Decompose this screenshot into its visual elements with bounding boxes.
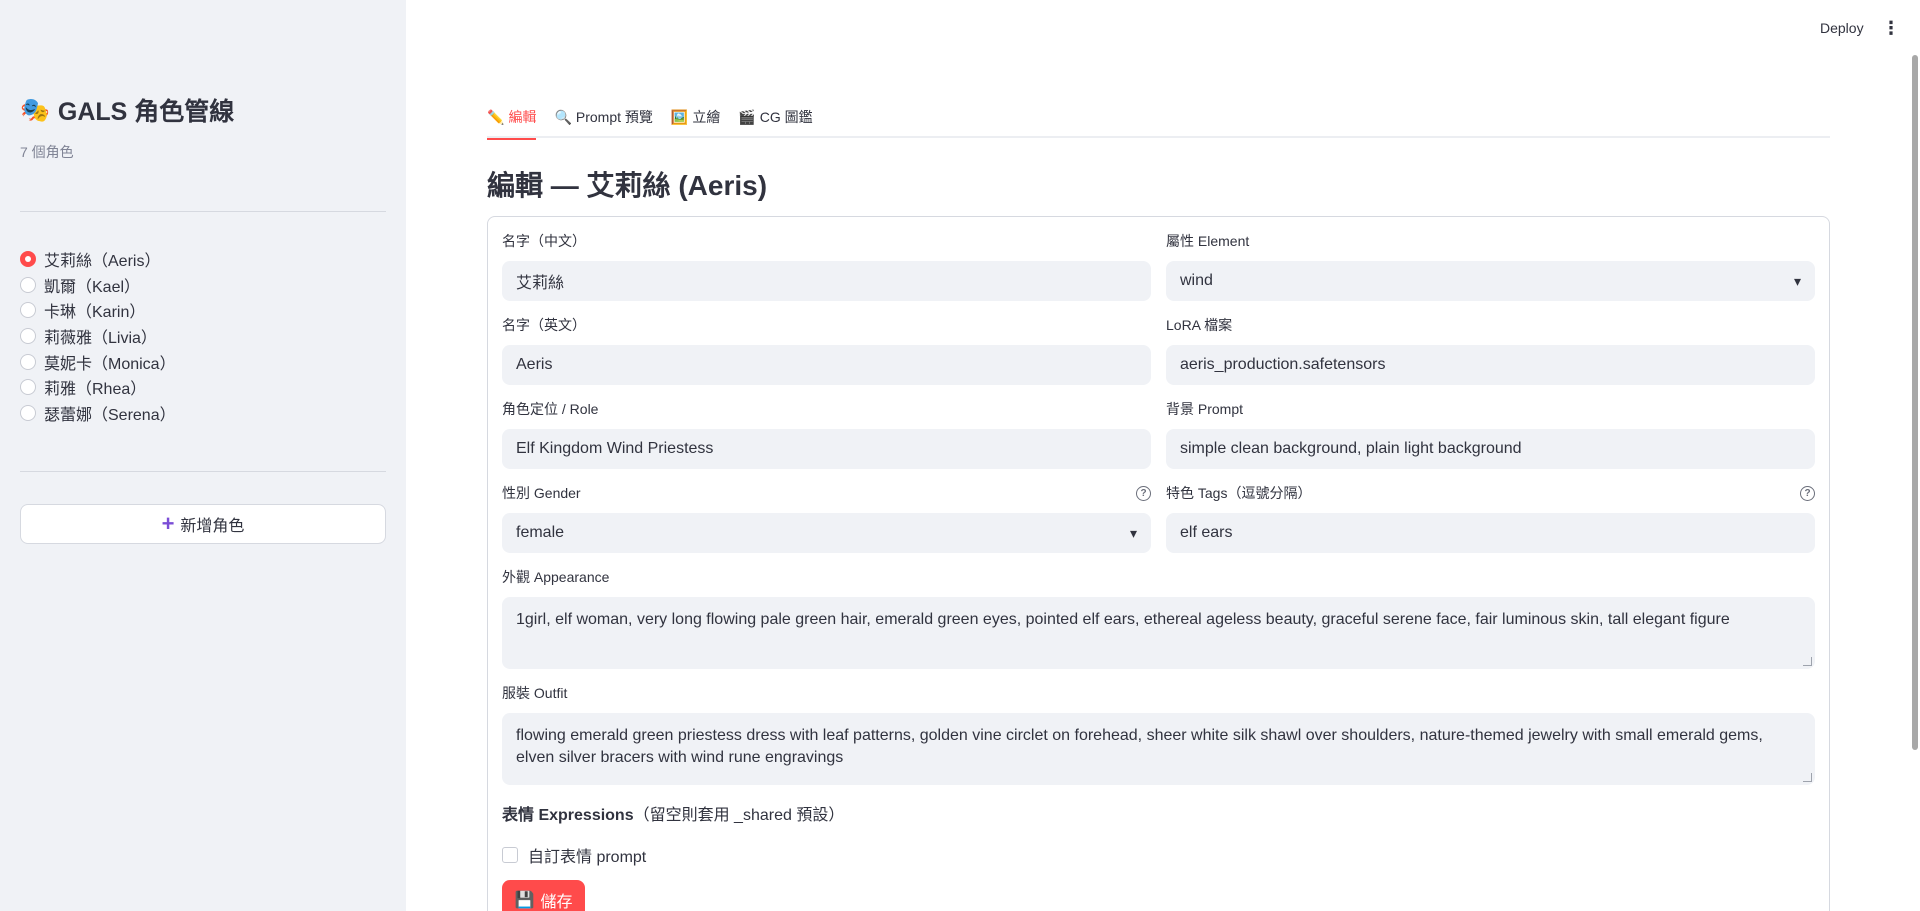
role-field: 角色定位 / Role Elf Kingdom Wind Priestess bbox=[502, 399, 1151, 469]
appearance-label: 外觀 Appearance bbox=[502, 569, 610, 585]
tags-label: 特色 Tags（逗號分隔） bbox=[1166, 485, 1312, 501]
gender-label: 性別 Gender bbox=[502, 485, 581, 501]
radio-icon[interactable] bbox=[20, 302, 36, 319]
sidebar-divider bbox=[20, 471, 386, 472]
character-label: 瑟蕾娜（Serena） bbox=[44, 406, 176, 424]
app-title: 🎭 GALS 角色管線 bbox=[20, 92, 234, 128]
radio-icon[interactable] bbox=[20, 327, 36, 344]
plus-icon: + bbox=[161, 511, 175, 536]
name-en-input[interactable]: Aeris bbox=[502, 345, 1151, 385]
name-zh-input[interactable]: 艾莉絲 bbox=[502, 261, 1151, 301]
character-label: 艾莉絲（Aeris） bbox=[44, 252, 161, 270]
tab-label: 編輯 bbox=[508, 109, 537, 125]
expressions-heading: 表情 Expressions（留空則套用 _shared 預設） bbox=[502, 801, 844, 825]
scrollbar[interactable] bbox=[1912, 55, 1918, 750]
gender-value: female bbox=[516, 524, 565, 541]
bg-prompt-input[interactable]: simple clean background, plain light bac… bbox=[1166, 429, 1815, 469]
element-field: 屬性 Element wind ▾ bbox=[1166, 231, 1815, 301]
tab-label: CG 圖鑑 bbox=[759, 109, 813, 125]
app-title-text: GALS 角色管線 bbox=[57, 98, 235, 126]
lora-field: LoRA 檔案 aeris_production.safetensors bbox=[1166, 315, 1815, 385]
tab-prompt-preview[interactable]: 🔍 Prompt 預覽 bbox=[554, 100, 652, 138]
character-label: 莉雅（Rhea） bbox=[44, 381, 147, 399]
save-button[interactable]: 💾 儲存 bbox=[502, 880, 585, 911]
radio-icon[interactable] bbox=[20, 353, 36, 370]
appearance-textarea[interactable]: 1girl, elf woman, very long flowing pale… bbox=[502, 597, 1815, 669]
lora-input[interactable]: aeris_production.safetensors bbox=[1166, 345, 1815, 385]
picture-icon: 🖼️ bbox=[670, 108, 689, 125]
floppy-disk-icon: 💾 bbox=[514, 892, 535, 909]
tab-cg-gallery[interactable]: 🎬 CG 圖鑑 bbox=[738, 100, 812, 138]
character-label: 卡琳（Karin） bbox=[44, 304, 146, 322]
tab-label: Prompt 預覽 bbox=[575, 109, 653, 125]
character-option-aeris[interactable]: 艾莉絲（Aeris） bbox=[20, 246, 176, 272]
edit-form: 名字（中文） 艾莉絲 屬性 Element wind ▾ 名字（英文） Aeri… bbox=[487, 216, 1830, 911]
gender-field: 性別 Gender ? female ▾ bbox=[502, 483, 1151, 553]
sidebar-divider bbox=[20, 211, 386, 212]
custom-expression-checkbox[interactable] bbox=[502, 847, 518, 863]
tab-bar: ✏️ 編輯 🔍 Prompt 預覽 🖼️ 立繪 🎬 CG 圖鑑 bbox=[487, 100, 1830, 140]
tab-edit[interactable]: ✏️ 編輯 bbox=[487, 100, 537, 140]
expressions-heading-bold: 表情 Expressions bbox=[502, 807, 634, 824]
tags-field: 特色 Tags（逗號分隔） ? elf ears bbox=[1166, 483, 1815, 553]
page-title: 編輯 — 艾莉絲 (Aeris) bbox=[487, 170, 768, 201]
custom-expression-row[interactable]: 自訂表情 prompt bbox=[502, 843, 646, 867]
name-zh-field: 名字（中文） 艾莉絲 bbox=[502, 231, 1151, 301]
expressions-heading-note: （留空則套用 _shared 預設） bbox=[633, 807, 845, 824]
radio-icon[interactable] bbox=[20, 404, 36, 421]
character-option-karin[interactable]: 卡琳（Karin） bbox=[20, 297, 176, 323]
character-radio-group: 艾莉絲（Aeris） 凱爾（Kael） 卡琳（Karin） 莉薇雅（Livia）… bbox=[20, 246, 176, 426]
save-label: 儲存 bbox=[540, 894, 573, 911]
kebab-menu-icon[interactable]: ⋮ bbox=[1882, 18, 1900, 39]
outfit-field: 服裝 Outfit flowing emerald green priestes… bbox=[502, 683, 1815, 785]
performing-arts-icon: 🎭 bbox=[20, 96, 50, 124]
sidebar: 🎭 GALS 角色管線 7 個角色 艾莉絲（Aeris） 凱爾（Kael） 卡琳… bbox=[0, 0, 406, 911]
clapper-icon: 🎬 bbox=[738, 108, 756, 125]
gender-label-row: 性別 Gender ? bbox=[502, 483, 1151, 503]
outfit-label: 服裝 Outfit bbox=[502, 685, 568, 701]
deploy-button[interactable]: Deploy bbox=[1820, 20, 1864, 36]
tags-input[interactable]: elf ears bbox=[1166, 513, 1815, 553]
tab-portrait[interactable]: 🖼️ 立繪 bbox=[671, 100, 720, 138]
character-label: 凱爾（Kael） bbox=[44, 278, 141, 296]
name-zh-label: 名字（中文） bbox=[502, 233, 586, 249]
bg-prompt-field: 背景 Prompt simple clean background, plain… bbox=[1166, 399, 1815, 469]
character-option-serena[interactable]: 瑟蕾娜（Serena） bbox=[20, 400, 176, 426]
character-label: 莫妮卡（Monica） bbox=[44, 355, 176, 373]
help-icon[interactable]: ? bbox=[1136, 485, 1151, 501]
tags-label-row: 特色 Tags（逗號分隔） ? bbox=[1166, 483, 1815, 503]
role-input[interactable]: Elf Kingdom Wind Priestess bbox=[502, 429, 1151, 469]
gender-select[interactable]: female ▾ bbox=[502, 513, 1151, 553]
magnifier-icon: 🔍 bbox=[554, 108, 572, 125]
character-option-monica[interactable]: 莫妮卡（Monica） bbox=[20, 349, 176, 375]
tab-label: 立繪 bbox=[692, 109, 721, 125]
character-label: 莉薇雅（Livia） bbox=[44, 329, 157, 347]
character-count: 7 個角色 bbox=[20, 144, 74, 160]
chevron-down-icon: ▾ bbox=[1129, 524, 1137, 541]
element-value: wind bbox=[1180, 272, 1213, 289]
element-select[interactable]: wind ▾ bbox=[1166, 261, 1815, 301]
pencil-icon: ✏️ bbox=[487, 108, 505, 125]
element-label: 屬性 Element bbox=[1166, 233, 1250, 249]
radio-icon[interactable] bbox=[20, 379, 36, 396]
custom-expression-label: 自訂表情 prompt bbox=[528, 849, 647, 866]
help-icon[interactable]: ? bbox=[1800, 485, 1815, 501]
character-option-kael[interactable]: 凱爾（Kael） bbox=[20, 272, 176, 298]
radio-selected-icon[interactable] bbox=[20, 250, 36, 267]
appearance-field: 外觀 Appearance 1girl, elf woman, very lon… bbox=[502, 567, 1815, 669]
character-option-rhea[interactable]: 莉雅（Rhea） bbox=[20, 374, 176, 400]
outfit-textarea[interactable]: flowing emerald green priestess dress wi… bbox=[502, 713, 1815, 785]
lora-label: LoRA 檔案 bbox=[1166, 317, 1233, 333]
character-option-livia[interactable]: 莉薇雅（Livia） bbox=[20, 323, 176, 349]
role-label: 角色定位 / Role bbox=[502, 401, 599, 417]
radio-icon[interactable] bbox=[20, 276, 36, 293]
add-character-label: 新增角色 bbox=[180, 518, 245, 535]
add-character-button[interactable]: + 新增角色 bbox=[20, 504, 386, 544]
bg-prompt-label: 背景 Prompt bbox=[1166, 401, 1244, 417]
name-en-label: 名字（英文） bbox=[502, 317, 586, 333]
chevron-down-icon: ▾ bbox=[1793, 272, 1801, 289]
name-en-field: 名字（英文） Aeris bbox=[502, 315, 1151, 385]
